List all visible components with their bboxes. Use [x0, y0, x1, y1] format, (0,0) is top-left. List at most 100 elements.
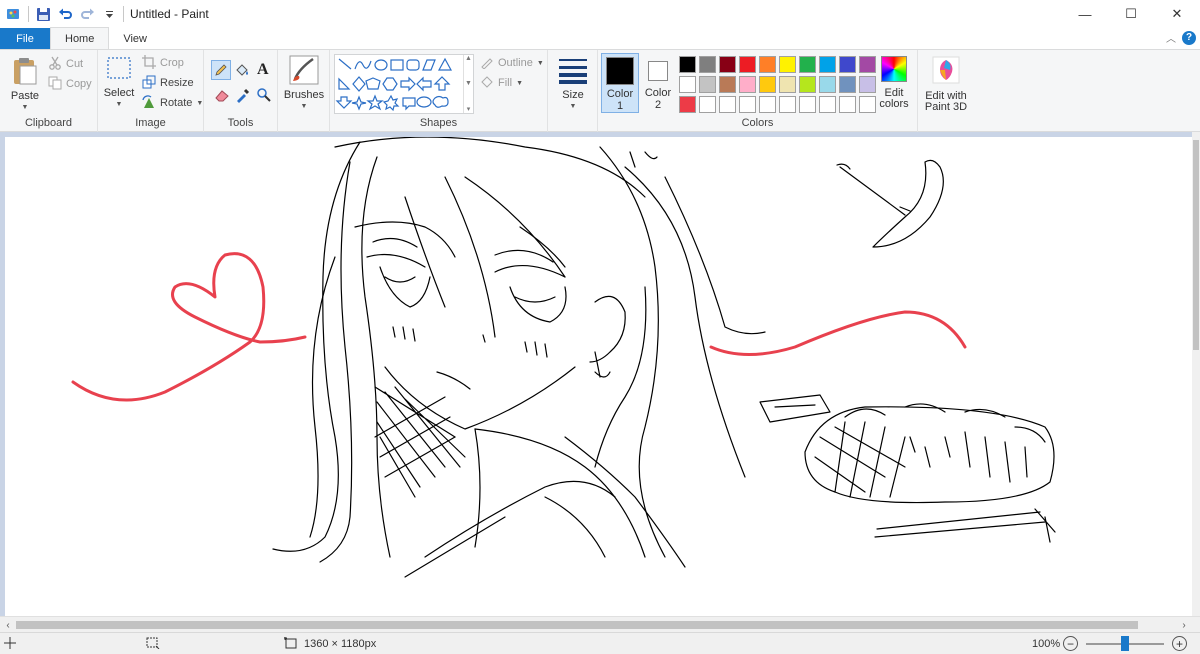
brushes-button[interactable]: Brushes ▼	[282, 55, 326, 112]
pencil-icon[interactable]	[211, 60, 231, 80]
size-button[interactable]: Size ▼	[554, 56, 592, 112]
bang-4	[354, 221, 456, 258]
ribbon-tabs: File Home View ︿ ?	[0, 27, 1200, 49]
shapes-group-label: Shapes	[419, 117, 458, 129]
paste-button[interactable]: Paste ▼	[8, 56, 42, 113]
ribbon: Paste ▼ Cut Copy Clipboard Select ▼ Crop…	[0, 49, 1200, 132]
shapes-scroll-down-icon[interactable]: ▼	[465, 80, 472, 87]
tab-home[interactable]: Home	[50, 27, 110, 49]
color-picker-icon[interactable]	[235, 87, 251, 106]
cursor-position	[4, 633, 16, 654]
vertical-scroll-thumb[interactable]	[1193, 140, 1199, 350]
clipboard-group-label: Clipboard	[24, 117, 73, 129]
qat-separator	[123, 6, 124, 22]
paste-dropdown-icon[interactable]: ▼	[22, 102, 29, 113]
brushes-dropdown-icon[interactable]: ▼	[301, 101, 308, 112]
shapes-gallery[interactable]: ▲ ▼ ▾	[334, 54, 474, 114]
rotate-button[interactable]: Rotate ▼	[142, 93, 203, 113]
scroll-right-icon[interactable]: ›	[1176, 617, 1192, 633]
outline-label: Outline	[498, 57, 533, 69]
outline-button[interactable]: Outline ▼	[480, 53, 544, 73]
collar-2	[474, 428, 481, 548]
colors-group-label: Colors	[741, 117, 774, 129]
size-label: Size	[562, 89, 584, 101]
undo-icon[interactable]	[57, 6, 73, 22]
blush-left	[392, 326, 416, 342]
paint3d-icon	[932, 56, 960, 87]
shapes-scroll[interactable]: ▲ ▼ ▾	[463, 55, 473, 113]
fill-button[interactable]: Fill ▼	[480, 73, 523, 93]
customize-qat-icon[interactable]	[101, 6, 117, 22]
mouth	[436, 371, 471, 390]
text-tool-icon[interactable]: A	[257, 61, 269, 79]
horizontal-scrollbar[interactable]: ‹ ›	[0, 616, 1200, 632]
size-dropdown-icon[interactable]: ▼	[570, 101, 577, 112]
copy-label: Copy	[66, 78, 92, 90]
horizontal-scroll-thumb[interactable]	[16, 621, 1138, 629]
drawing-canvas[interactable]	[5, 136, 1195, 616]
crop-button[interactable]: Crop	[142, 53, 184, 73]
help-icon[interactable]: ?	[1182, 30, 1196, 45]
select-dropdown-icon[interactable]: ▼	[116, 99, 123, 110]
resize-button[interactable]: Resize	[142, 73, 194, 93]
fill-dropdown-icon[interactable]: ▼	[516, 80, 523, 87]
tray-small	[759, 394, 831, 423]
tab-view[interactable]: View	[109, 28, 161, 49]
paste-icon	[11, 56, 39, 89]
brush-icon	[289, 55, 319, 90]
clipboard-group: Paste ▼ Cut Copy Clipboard	[0, 50, 98, 132]
select-button[interactable]: Select ▼	[103, 56, 135, 110]
shapes-expand-icon[interactable]: ▾	[467, 105, 471, 113]
scroll-left-icon[interactable]: ‹	[0, 617, 16, 633]
cut-button[interactable]: Cut	[48, 54, 83, 74]
zoom-in-button[interactable]: +	[1172, 636, 1187, 651]
resize-label: Resize	[160, 77, 194, 89]
copy-button[interactable]: Copy	[48, 74, 92, 94]
nose	[482, 334, 486, 343]
zoom-slider-thumb[interactable]	[1121, 636, 1129, 651]
window-title: Untitled - Paint	[130, 7, 209, 21]
hair-strand-left-2	[361, 156, 391, 558]
paint-app-icon[interactable]	[6, 6, 22, 22]
collapse-ribbon-icon[interactable]: ︿	[1166, 30, 1176, 45]
red-heart-stroke	[71, 252, 307, 402]
hair-clip	[629, 151, 658, 168]
rotate-label: Rotate	[160, 97, 193, 109]
colors-group: Colors	[598, 50, 918, 132]
crop-icon	[142, 54, 156, 72]
rotate-icon	[142, 94, 156, 112]
zoom-level: 100%	[1032, 638, 1061, 650]
shapes-scroll-up-icon[interactable]: ▲	[465, 55, 472, 62]
umbrella-clip	[899, 206, 911, 212]
save-icon[interactable]	[35, 6, 51, 22]
shapes-group: ▲ ▼ ▾ Outline ▼ Fill ▼ Shapes	[330, 50, 548, 132]
qat-separator	[28, 6, 29, 22]
resize-icon	[142, 75, 156, 92]
hair-strand-left-3	[309, 256, 336, 538]
hair-top	[334, 136, 646, 198]
rotate-dropdown-icon[interactable]: ▼	[196, 100, 203, 107]
minimize-button[interactable]: —	[1062, 0, 1108, 28]
bang-1	[464, 176, 566, 278]
hair-outline-left	[272, 141, 361, 552]
line-size-icon	[559, 56, 587, 87]
edit-with-paint3d-button[interactable]: Edit with Paint 3D	[922, 56, 970, 113]
close-button[interactable]: ✕	[1154, 0, 1200, 28]
zoom-out-button[interactable]: −	[1063, 636, 1078, 651]
brushes-group: Brushes ▼ Brushes	[278, 50, 330, 132]
vertical-scrollbar[interactable]	[1192, 132, 1200, 616]
magnifier-icon[interactable]	[256, 87, 272, 106]
maximize-button[interactable]: ☐	[1108, 0, 1154, 28]
scissors-icon	[48, 56, 62, 73]
outline-dropdown-icon[interactable]: ▼	[537, 60, 544, 67]
plate-net	[814, 421, 906, 498]
left-eyebrow	[372, 237, 418, 248]
eraser-icon[interactable]	[214, 88, 230, 105]
canvas-workspace[interactable]	[0, 132, 1200, 616]
bang-3	[404, 196, 446, 308]
fill-bucket-icon[interactable]	[234, 62, 250, 81]
outline-icon	[480, 55, 494, 72]
redo-icon[interactable]	[79, 6, 95, 22]
umbrella-handle	[836, 163, 906, 216]
tab-file[interactable]: File	[0, 28, 50, 49]
